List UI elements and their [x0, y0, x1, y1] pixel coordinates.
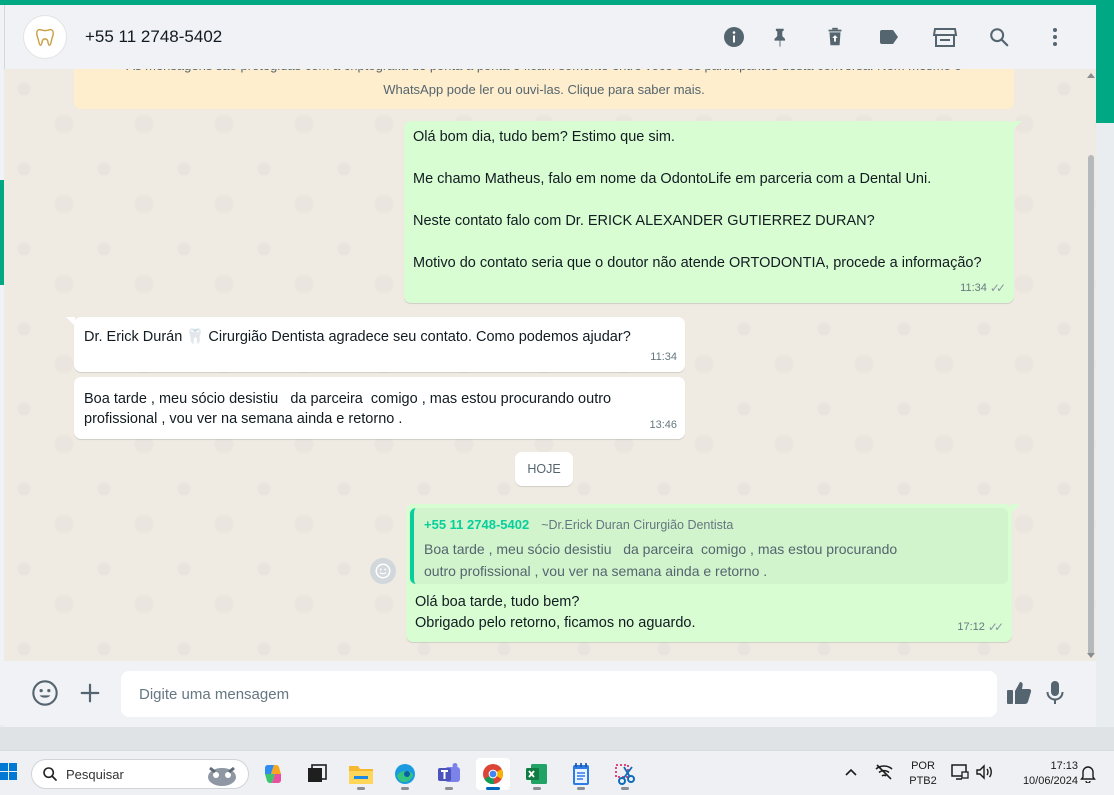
right-window-edge — [1096, 5, 1114, 123]
message-input[interactable] — [121, 671, 997, 717]
taskbar-search[interactable]: Pesquisar — [31, 759, 249, 789]
read-ticks-icon: ✓✓ — [987, 620, 1004, 634]
message-text: Boa tarde , meu sócio desistiu da parcei… — [84, 391, 612, 427]
task-view-icon[interactable] — [300, 758, 334, 790]
taskbar-clock[interactable]: 17:13 10/06/2024 — [1004, 759, 1078, 789]
keyboard-layout: PTB2 — [909, 775, 937, 787]
search-icon[interactable] — [985, 23, 1013, 51]
teams-icon[interactable] — [432, 758, 466, 790]
label-icon[interactable] — [875, 23, 903, 51]
read-ticks-icon: ✓✓ — [989, 281, 1006, 295]
message-text: Olá boa tarde, tudo bem? Obrigado pelo r… — [415, 594, 696, 631]
notepad-icon[interactable] — [564, 758, 598, 790]
message-meta: 11:34 — [650, 347, 677, 368]
message-time: 17:12 — [957, 621, 985, 633]
pin-icon[interactable] — [766, 23, 794, 51]
edge-browser-icon[interactable] — [388, 758, 422, 790]
scroll-down-arrow[interactable] — [1087, 653, 1095, 658]
file-explorer-icon[interactable] — [344, 758, 378, 790]
thumbs-up-sticker-icon[interactable] — [1004, 678, 1034, 708]
desktop-gap — [0, 727, 1114, 750]
input-language-indicator[interactable]: POR PTB2 — [906, 759, 940, 789]
message-text: Dr. Erick Durán 🦷 Cirurgião Dentista agr… — [84, 329, 631, 345]
message-bubble-outgoing[interactable]: Olá bom dia, tudo bem? Estimo que sim. M… — [404, 121, 1022, 303]
display-network-icon[interactable] — [950, 763, 970, 786]
windows-taskbar: Pesquisar POR PTB2 17:13 10/06/2024 — [0, 750, 1114, 795]
message-meta: 13:46 — [649, 415, 677, 435]
excel-icon[interactable] — [520, 758, 554, 790]
message-bubble-outgoing-reply[interactable]: +55 11 2748-5402 ~Dr.Erick Duran Cirurgi… — [406, 504, 1020, 642]
encryption-notice-line1: As mensagens são protegidas com a cripto… — [74, 69, 1014, 79]
message-time: 11:34 — [960, 282, 987, 294]
clock-time: 17:13 — [1050, 760, 1078, 772]
attach-plus-icon[interactable] — [75, 678, 105, 708]
volume-icon[interactable] — [975, 763, 993, 786]
message-meta: 11:34 ✓✓ — [960, 278, 1006, 299]
copilot-icon[interactable] — [256, 758, 290, 790]
day-separator: HOJE — [515, 452, 573, 486]
message-time: 11:34 — [650, 351, 677, 363]
snipping-tool-icon[interactable] — [608, 758, 642, 790]
smiley-icon — [375, 563, 391, 579]
info-icon[interactable] — [720, 23, 748, 51]
network-disconnected-icon[interactable] — [874, 763, 894, 786]
contact-avatar[interactable] — [23, 15, 67, 59]
delete-icon[interactable] — [821, 23, 849, 51]
tooth-logo-icon — [36, 28, 54, 46]
emoji-reaction-button[interactable] — [370, 558, 396, 584]
language-code: POR — [911, 760, 935, 772]
scroll-thumb[interactable] — [1088, 155, 1094, 655]
store-icon[interactable] — [931, 23, 959, 51]
message-composer — [4, 661, 1096, 727]
message-meta: 17:12 ✓✓ — [957, 617, 1004, 638]
quoted-sender: +55 11 2748-5402 — [424, 517, 530, 532]
quoted-text: Boa tarde , meu sócio desistiu da parcei… — [424, 541, 898, 579]
chat-header: +55 11 2748-5402 — [4, 5, 1096, 69]
whatsapp-conversation-panel: +55 11 2748-5402 As mensagens são proteg… — [4, 5, 1096, 727]
microphone-icon[interactable] — [1040, 678, 1070, 708]
contact-name[interactable]: +55 11 2748-5402 — [85, 27, 222, 47]
clock-date: 10/06/2024 — [1022, 775, 1078, 787]
notification-bell-icon[interactable] — [1080, 765, 1096, 788]
scroll-up-arrow[interactable] — [1087, 73, 1095, 78]
encryption-notice-line2: WhatsApp pode ler ou ouvi-las. Clique pa… — [383, 82, 705, 97]
windows-start-icon[interactable] — [0, 762, 18, 782]
quoted-sender-alias: ~Dr.Erick Duran Cirurgião Dentista — [541, 518, 734, 532]
message-bubble-incoming[interactable]: Boa tarde , meu sócio desistiu da parcei… — [74, 377, 685, 439]
show-hidden-icons-chevron-icon[interactable] — [844, 765, 858, 784]
taskbar-search-label: Pesquisar — [66, 766, 124, 782]
search-highlight-icon — [208, 766, 236, 786]
chrome-browser-icon[interactable] — [476, 758, 510, 790]
message-list[interactable]: As mensagens são protegidas com a cripto… — [4, 69, 1096, 661]
emoji-icon[interactable] — [30, 678, 60, 708]
message-bubble-incoming[interactable]: Dr. Erick Durán 🦷 Cirurgião Dentista agr… — [66, 317, 685, 372]
quoted-message[interactable]: +55 11 2748-5402 ~Dr.Erick Duran Cirurgi… — [410, 508, 1008, 584]
search-icon — [43, 767, 57, 781]
message-text: Olá bom dia, tudo bem? Estimo que sim. M… — [413, 129, 982, 271]
chat-scrollbar[interactable] — [1086, 69, 1096, 661]
encryption-notice[interactable]: As mensagens são protegidas com a cripto… — [74, 69, 1014, 109]
message-time: 13:46 — [649, 419, 677, 431]
menu-icon[interactable] — [1041, 23, 1069, 51]
